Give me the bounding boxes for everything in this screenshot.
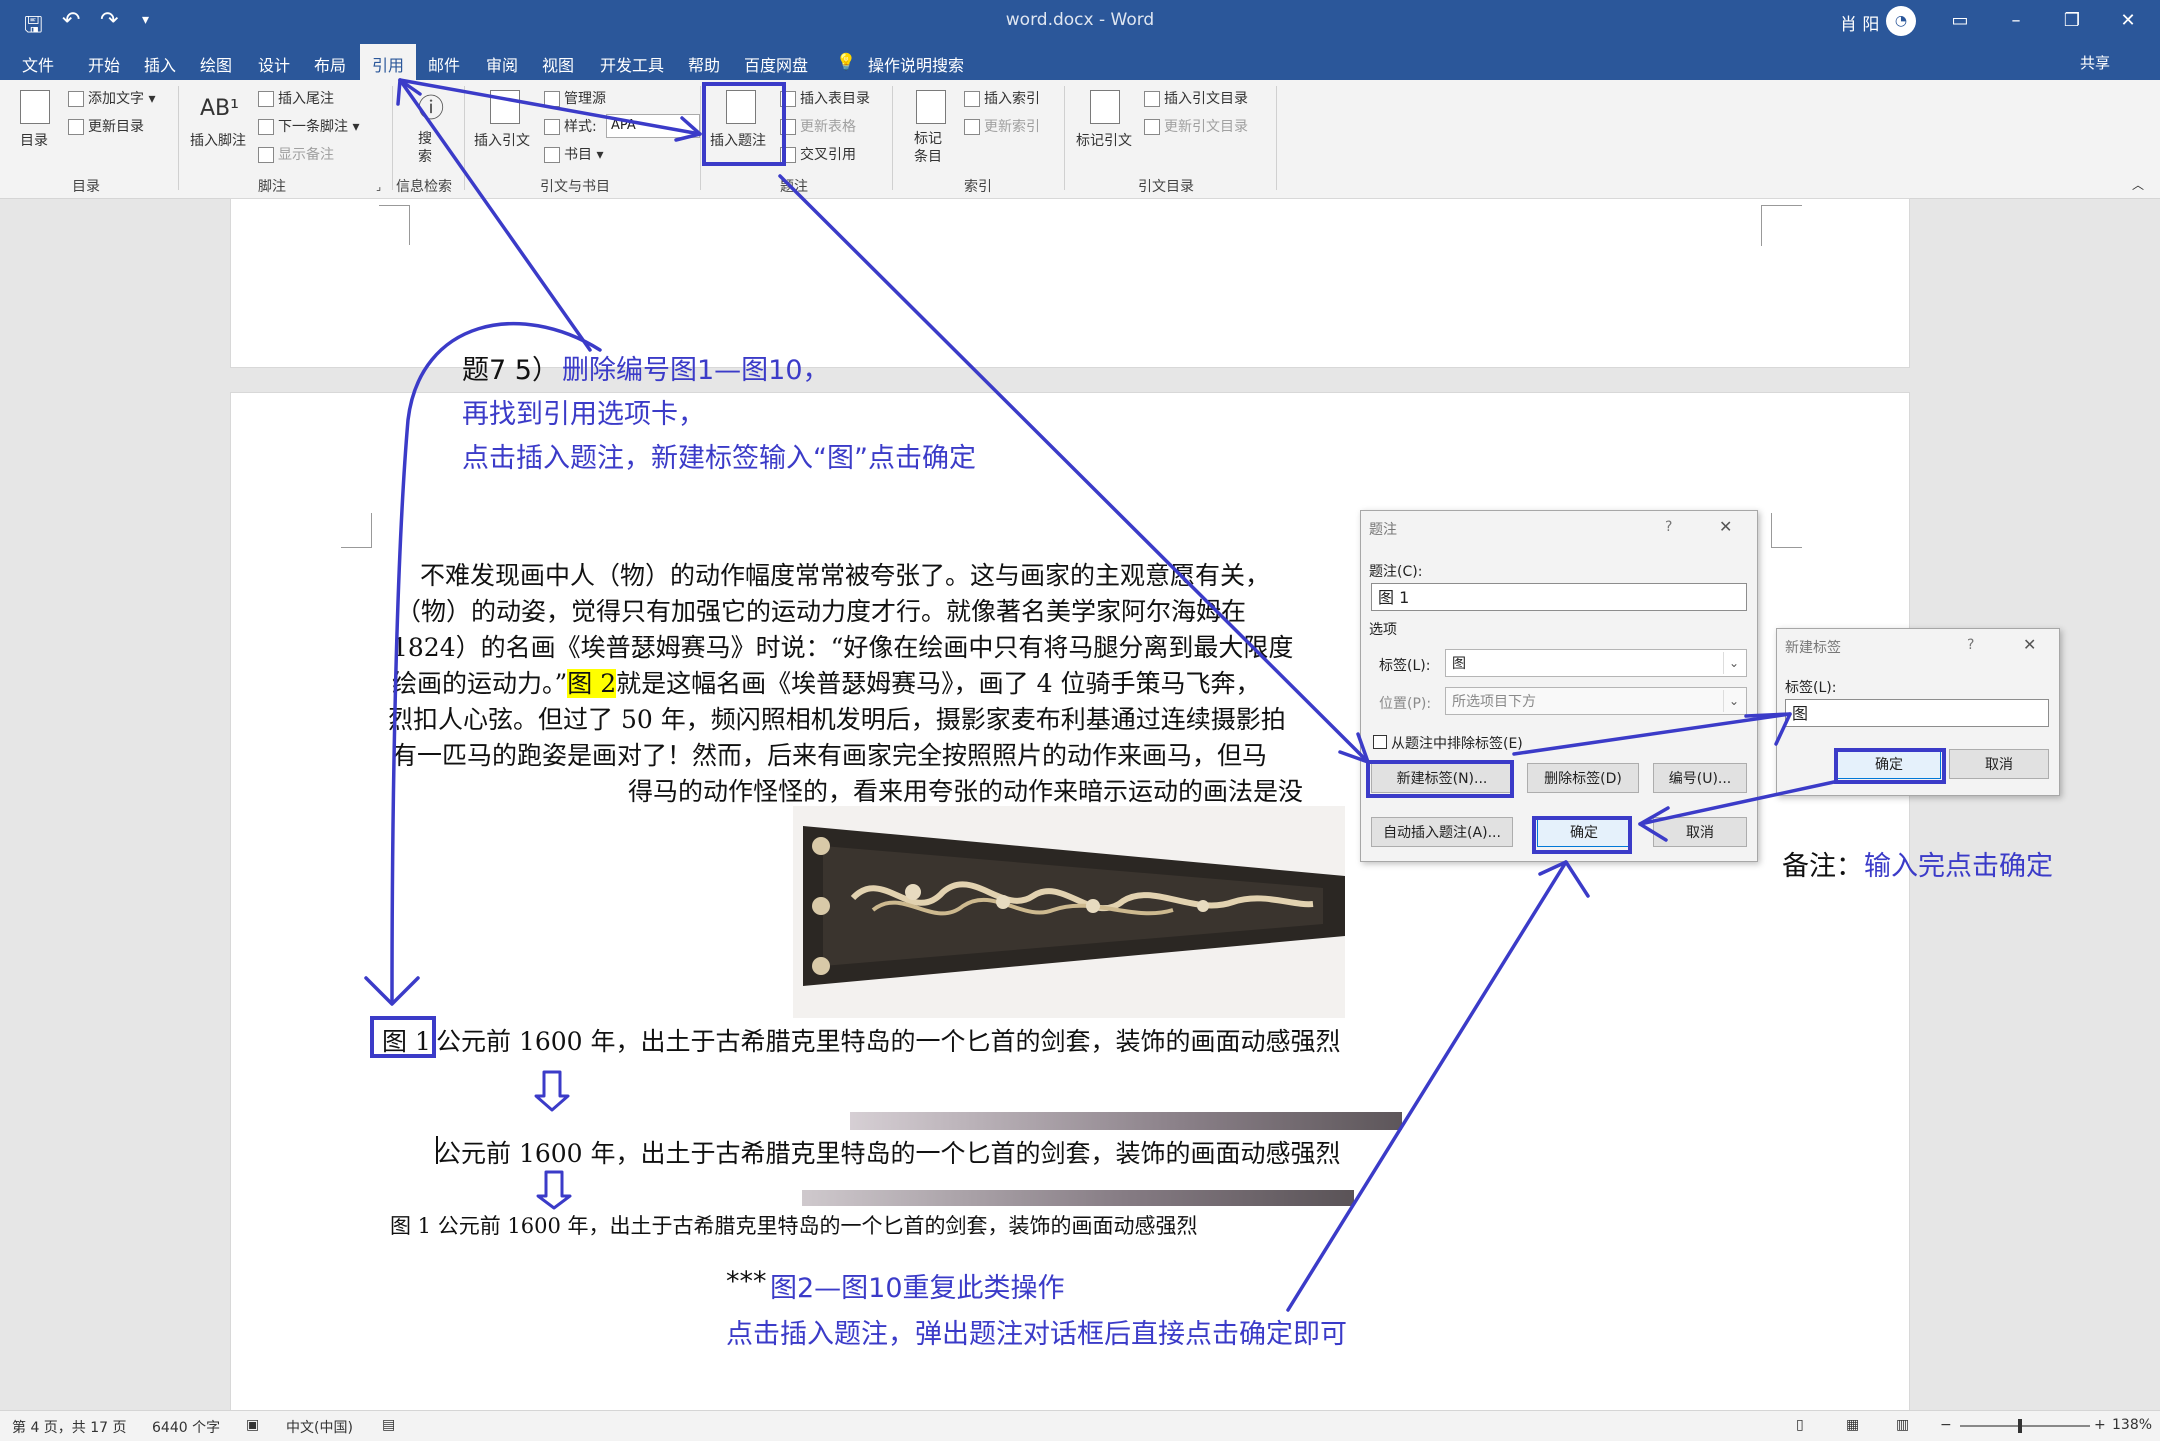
down-arrow-2 bbox=[536, 1170, 572, 1210]
arrow-new-label-to-dialog bbox=[1512, 712, 1792, 756]
proofing-icon[interactable]: ▣ bbox=[246, 1417, 259, 1433]
arrow-note-to-tab bbox=[398, 78, 592, 352]
read-mode-icon[interactable]: ▯ bbox=[1796, 1417, 1804, 1433]
language-indicator[interactable]: 中文(中国) bbox=[286, 1417, 353, 1437]
arrow-note-to-caption bbox=[390, 321, 602, 1002]
zoom-slider-thumb[interactable] bbox=[2018, 1419, 2022, 1433]
zoom-level[interactable]: 138% bbox=[2112, 1417, 2152, 1433]
zoom-in-icon[interactable]: + bbox=[2094, 1417, 2106, 1433]
status-bar: 第 4 页，共 17 页 6440 个字 ▣ 中文(中国) ▤ ▯ ▦ ▥ − … bbox=[0, 1410, 2160, 1441]
web-layout-icon[interactable]: ▥ bbox=[1896, 1417, 1909, 1433]
arrow-new-label-ok-to-ok bbox=[1638, 780, 1836, 826]
page-count[interactable]: 第 4 页，共 17 页 bbox=[12, 1417, 127, 1437]
print-layout-icon[interactable]: ▦ bbox=[1846, 1417, 1859, 1433]
arrow-caption-to-new-label bbox=[778, 174, 1370, 764]
zoom-out-icon[interactable]: − bbox=[1940, 1417, 1952, 1433]
down-arrow-1 bbox=[534, 1070, 570, 1112]
word-count[interactable]: 6440 个字 bbox=[152, 1417, 220, 1437]
annotation-arrows bbox=[364, 78, 1836, 1312]
macro-recording-icon[interactable]: ▤ bbox=[382, 1417, 395, 1433]
arrow-tab-to-insert-caption bbox=[398, 78, 702, 136]
arrow-repeat-to-ok bbox=[1286, 860, 1568, 1312]
zoom-slider[interactable] bbox=[1960, 1425, 2090, 1427]
